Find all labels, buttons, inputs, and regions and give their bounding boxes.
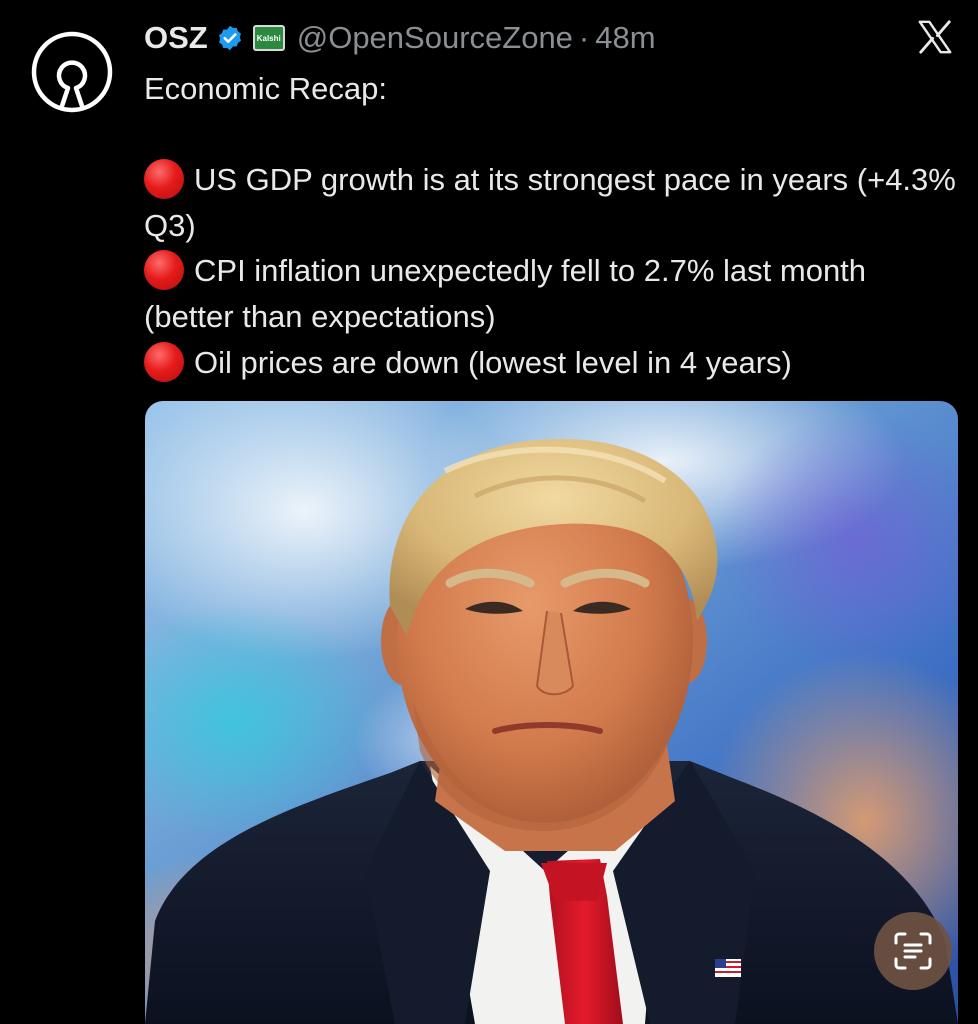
open-source-logo-icon — [31, 31, 113, 113]
red-circle-icon — [144, 250, 184, 291]
author-handle[interactable]: @OpenSourceZone — [297, 20, 573, 56]
tweet-line-blank — [144, 112, 964, 158]
tweet-line: CPI inflation unexpectedly fell to 2.7% … — [144, 248, 964, 339]
verified-badge-icon — [218, 25, 241, 51]
text-scan-button[interactable] — [874, 912, 952, 990]
text-scan-icon — [894, 932, 932, 970]
tweet-line-text: Oil prices are down (lowest level in 4 y… — [194, 344, 792, 380]
tweet-line: Oil prices are down (lowest level in 4 y… — [144, 340, 964, 386]
affiliate-badge[interactable]: Kalshi — [252, 25, 285, 51]
tweet-line: Economic Recap: — [144, 71, 387, 106]
red-circle-icon — [144, 341, 184, 382]
tweet-line: US GDP growth is at its strongest pace i… — [144, 157, 964, 248]
display-name[interactable]: OSZ — [144, 20, 208, 56]
tweet-line-text: US GDP growth is at its strongest pace i… — [144, 162, 956, 243]
tweet-media-photo[interactable] — [145, 401, 958, 1024]
tweet-line-text: CPI inflation unexpectedly fell to 2.7% … — [144, 253, 867, 334]
tweet-header: OSZ Kalshi @OpenSourceZone · 48m — [144, 14, 656, 62]
tweet-timestamp[interactable]: 48m — [595, 20, 655, 56]
x-logo-icon — [918, 20, 952, 54]
red-circle-icon — [144, 159, 184, 200]
header-separator: · — [578, 20, 590, 55]
avatar[interactable] — [28, 28, 116, 116]
photo-illustration — [145, 401, 958, 1024]
tweet-text: Economic Recap: US GDP growth is at its … — [144, 66, 964, 385]
